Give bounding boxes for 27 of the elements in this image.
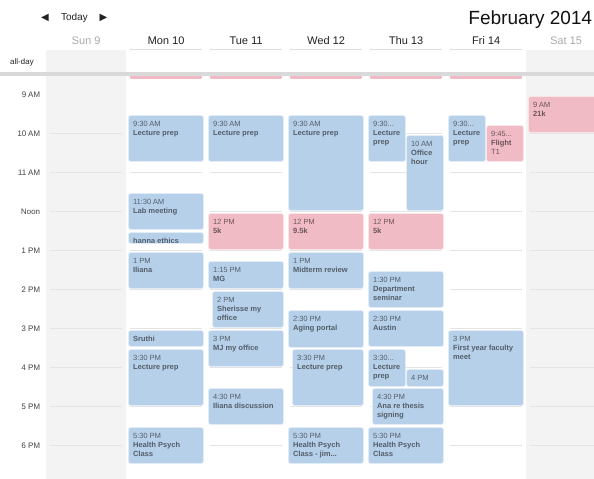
all-day-label: all-day	[10, 57, 34, 66]
event-block[interactable]	[290, 76, 362, 79]
hour-label: 4 PM	[21, 362, 40, 372]
hour-label: 1 PM	[21, 246, 40, 254]
event-block[interactable]	[370, 76, 442, 79]
day-header: Mon 10	[130, 34, 202, 50]
hour-label: 6 PM	[21, 440, 40, 450]
hour-label: 9 AM	[22, 90, 40, 98]
next-button[interactable]: ▶	[96, 9, 111, 25]
day-header: Fri 14	[450, 34, 522, 50]
day-header: Thu 13	[370, 34, 442, 50]
day-header: Tue 11	[210, 34, 282, 50]
today-button[interactable]: Today	[58, 10, 91, 24]
hour-label: 3 PM	[21, 324, 40, 332]
hour-label: 11 AM	[18, 168, 40, 176]
event-block[interactable]	[450, 76, 522, 79]
event-block[interactable]	[130, 76, 202, 79]
event-block[interactable]	[210, 76, 282, 79]
day-header: Sat 15	[549, 34, 583, 49]
month-title: February 2014	[468, 8, 592, 30]
hour-label: 2 PM	[21, 284, 40, 294]
previous-button[interactable]: ◀	[38, 9, 52, 25]
hour-label: 5 PM	[21, 402, 40, 410]
day-header: Sun 9	[70, 34, 102, 49]
hour-label: 10 AM	[17, 128, 40, 138]
hour-label: Noon	[20, 206, 40, 216]
day-header: Wed 12	[290, 34, 362, 50]
